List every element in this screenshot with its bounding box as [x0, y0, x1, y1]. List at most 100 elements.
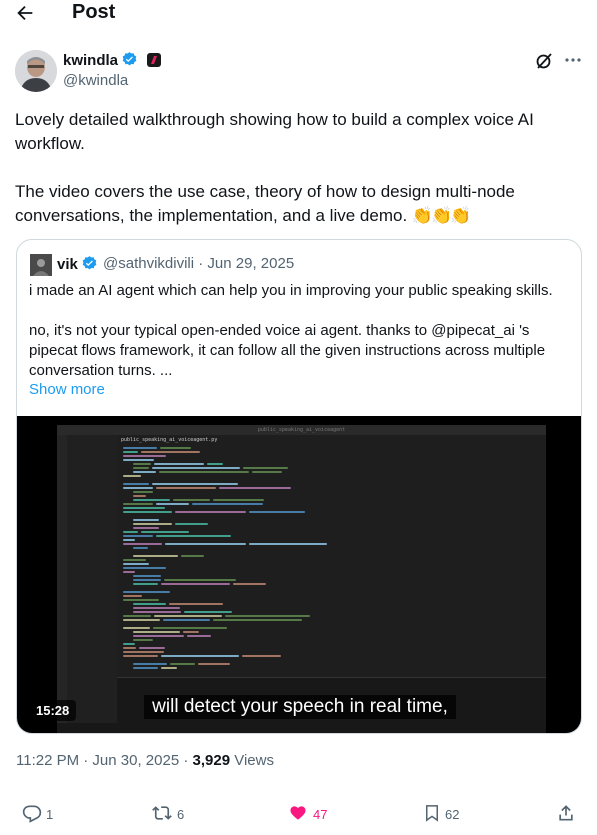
- code-line: [123, 447, 157, 449]
- code-line: [133, 519, 159, 521]
- code-line: [225, 615, 310, 617]
- code-line: [181, 555, 204, 557]
- code-line: [123, 567, 166, 569]
- more-icon[interactable]: [563, 50, 583, 70]
- code-line: [123, 563, 149, 565]
- code-line: [133, 555, 178, 557]
- video-player[interactable]: public_speaking_ai_voiceagent public_spe…: [17, 416, 581, 733]
- code-line: [133, 579, 161, 581]
- like-button[interactable]: 47: [287, 802, 327, 826]
- code-line: [133, 603, 166, 605]
- code-line: [183, 631, 199, 633]
- author-avatar[interactable]: [15, 50, 57, 92]
- repost-count: 6: [177, 806, 185, 822]
- code-line: [249, 543, 327, 545]
- code-line: [123, 595, 142, 597]
- video-frame-editor: public_speaking_ai_voiceagent public_spe…: [57, 425, 546, 733]
- code-line: [133, 583, 158, 585]
- editor-activity-bar: [57, 435, 67, 723]
- code-line: [133, 523, 172, 525]
- affiliate-badge-icon[interactable]: [147, 53, 161, 67]
- like-count: 47: [313, 806, 328, 822]
- code-line: [133, 491, 153, 493]
- code-line: [123, 651, 164, 653]
- tweet-text: Lovely detailed walkthrough showing how …: [15, 108, 575, 228]
- code-line: [133, 607, 180, 609]
- code-line: [123, 459, 154, 461]
- back-arrow-icon[interactable]: [14, 2, 40, 24]
- code-line: [175, 523, 208, 525]
- repost-button[interactable]: 6: [151, 802, 184, 826]
- code-line: [133, 471, 156, 473]
- bookmark-button[interactable]: 62: [423, 802, 459, 826]
- editor-title: public_speaking_ai_voiceagent: [57, 425, 546, 435]
- code-line: [169, 603, 223, 605]
- code-line: [184, 611, 232, 613]
- quote-author-row: vik: [57, 255, 98, 276]
- code-line: [207, 463, 223, 465]
- quote-text: i made an AI agent which can help you in…: [29, 281, 574, 381]
- editor-terminal: [117, 677, 546, 723]
- code-line: [242, 655, 281, 657]
- code-line: [192, 503, 263, 505]
- views-label: Views: [230, 752, 274, 769]
- reply-button[interactable]: 1: [22, 802, 53, 826]
- code-line: [133, 527, 159, 529]
- code-line: [123, 615, 151, 617]
- code-line: [160, 447, 191, 449]
- code-line: [161, 583, 230, 585]
- share-icon: [556, 803, 580, 826]
- code-line: [252, 471, 282, 473]
- code-line: [156, 535, 231, 537]
- reply-count: 1: [46, 806, 54, 822]
- code-line: [123, 643, 135, 645]
- grok-icon[interactable]: [534, 51, 554, 71]
- code-line: [170, 663, 195, 665]
- author-handle[interactable]: @kwindla: [63, 72, 128, 89]
- code-line: [198, 663, 230, 665]
- code-line: [123, 531, 138, 533]
- bookmark-icon: [423, 803, 445, 826]
- views-count: 3,929: [192, 752, 231, 769]
- tweet-paragraph-1: Lovely detailed walkthrough showing how …: [15, 110, 534, 153]
- code-line: [164, 579, 236, 581]
- author-name[interactable]: kwindla: [63, 52, 118, 69]
- quote-author-name: vik: [57, 256, 78, 273]
- post-timestamp[interactable]: 11:22 PM · Jun 30, 2025 ·: [16, 752, 193, 769]
- code-line: [133, 667, 158, 669]
- code-line: [133, 575, 161, 577]
- code-line: [213, 619, 302, 621]
- code-line: [153, 627, 227, 629]
- quoted-post[interactable]: vik @sathvikdivili · Jun 29, 2025 i made…: [16, 239, 582, 734]
- code-line: [133, 631, 180, 633]
- show-more-link[interactable]: Show more: [29, 381, 105, 398]
- code-line: [159, 471, 249, 473]
- code-line: [123, 507, 165, 509]
- share-button[interactable]: [556, 802, 580, 826]
- code-line: [156, 503, 189, 505]
- author-name-row[interactable]: kwindla: [63, 51, 138, 72]
- code-line: [123, 655, 158, 657]
- code-line: [123, 451, 138, 453]
- code-line: [141, 531, 189, 533]
- post-meta: 11:22 PM · Jun 30, 2025 · 3,929 Views: [16, 752, 274, 769]
- code-line: [152, 483, 238, 485]
- code-line: [154, 615, 222, 617]
- code-line: [154, 463, 204, 465]
- code-line: [187, 635, 211, 637]
- code-line: [123, 487, 153, 489]
- code-line: [219, 487, 291, 489]
- code-line: [123, 647, 136, 649]
- code-line: [133, 611, 181, 613]
- editor-code-area: [119, 447, 539, 677]
- editor-tab: public_speaking_ai_voiceagent.py: [117, 435, 217, 445]
- code-line: [123, 455, 166, 457]
- code-line: [123, 535, 153, 537]
- code-line: [123, 543, 162, 545]
- code-line: [133, 663, 167, 665]
- verified-badge-icon: [121, 51, 138, 72]
- code-line: [133, 547, 148, 549]
- clap-emoji: 👏👏👏: [411, 206, 471, 225]
- reply-icon: [22, 803, 46, 826]
- code-line: [161, 667, 177, 669]
